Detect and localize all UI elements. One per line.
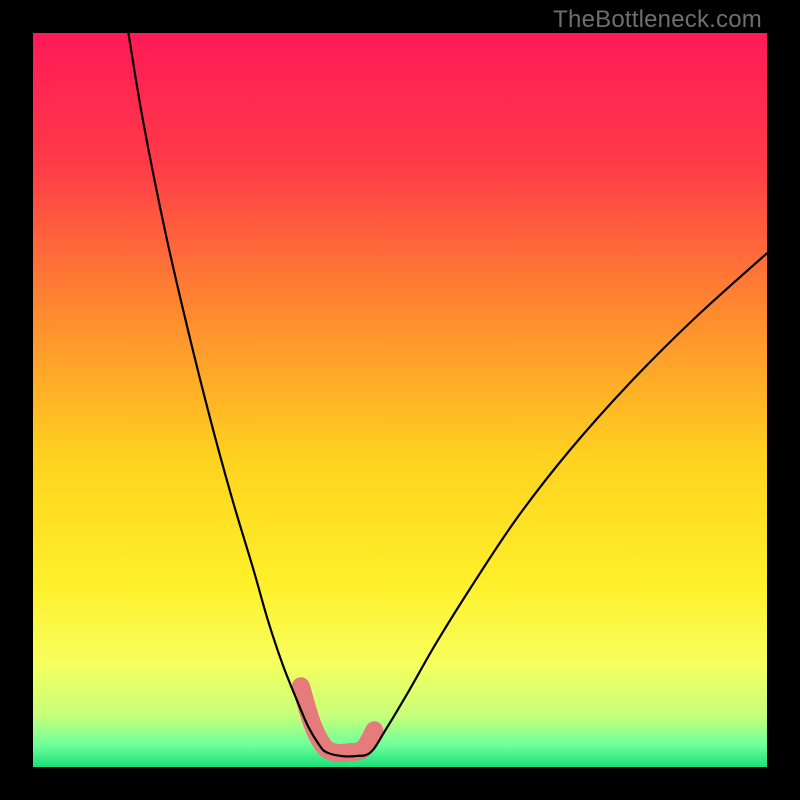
highlight-segment: [301, 686, 374, 753]
curves-layer: [33, 33, 767, 767]
plot-area: [33, 33, 767, 767]
chart-frame: TheBottleneck.com: [0, 0, 800, 800]
watermark-text: TheBottleneck.com: [553, 6, 762, 34]
bottleneck-curve: [128, 33, 767, 756]
